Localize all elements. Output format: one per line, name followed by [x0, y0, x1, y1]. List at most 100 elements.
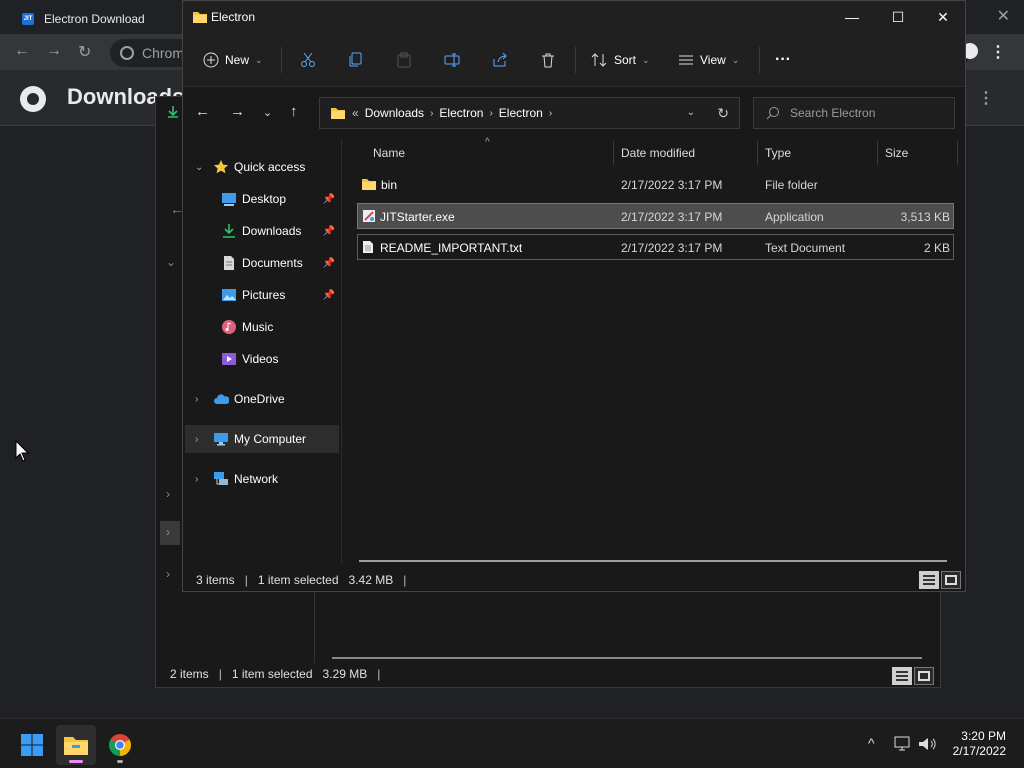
- plus-circle-icon: [203, 52, 219, 68]
- chrome-tab[interactable]: JIT Electron Download: [8, 4, 208, 34]
- cut-button[interactable]: [300, 47, 316, 73]
- pictures-icon: [222, 289, 236, 301]
- chrome-reload-icon[interactable]: ↻: [78, 42, 91, 62]
- nav-downloads[interactable]: Downloads 📌: [185, 217, 339, 245]
- file-type: File folder: [765, 178, 818, 192]
- share-icon: [493, 52, 507, 67]
- pane-splitter[interactable]: [341, 139, 342, 563]
- search-placeholder: Search Electron: [790, 106, 876, 120]
- address-bar[interactable]: « Downloads › Electron › Electron › ⌄ ↻: [319, 97, 740, 129]
- maximize-button[interactable]: ☐: [875, 1, 921, 33]
- tiles-view-button[interactable]: [914, 667, 934, 685]
- chrome-forward-icon[interactable]: →: [46, 42, 62, 60]
- clock-time: 3:20 PM: [961, 729, 1006, 743]
- bg-expand-icon[interactable]: ⌄: [166, 255, 176, 269]
- nav-pictures[interactable]: Pictures 📌: [185, 281, 339, 309]
- recent-locations-icon[interactable]: ⌄: [263, 106, 272, 119]
- chrome-menu-icon[interactable]: ⋮: [990, 42, 1006, 62]
- nav-network[interactable]: › Network: [185, 465, 339, 493]
- bg-chevron-icon[interactable]: ›: [166, 567, 170, 581]
- file-row-selected[interactable]: JITStarter.exe 2/17/2022 3:17 PM Applica…: [357, 203, 954, 229]
- bg-nav-selected[interactable]: ›: [160, 521, 180, 545]
- nav-documents[interactable]: Documents 📌: [185, 249, 339, 277]
- minimize-button[interactable]: —: [829, 1, 875, 33]
- chrome-logo-icon: [20, 86, 46, 112]
- bg-horizontal-scrollbar[interactable]: [332, 657, 922, 659]
- nav-label: Network: [234, 472, 279, 486]
- pin-icon[interactable]: 📌: [323, 226, 335, 237]
- column-header-type[interactable]: Type: [765, 139, 791, 167]
- nav-desktop[interactable]: Desktop 📌: [185, 185, 339, 213]
- chrome-site-icon: [120, 46, 134, 60]
- back-icon[interactable]: ←: [195, 103, 210, 120]
- nav-label: Desktop: [242, 192, 287, 206]
- address-row: ← → ⌄ ↑ « Downloads › Electron › Electro…: [183, 87, 965, 139]
- title-bar[interactable]: Electron — ☐ ✕: [183, 1, 965, 33]
- sort-button[interactable]: Sort ⌄: [590, 47, 650, 73]
- details-view-button[interactable]: [892, 667, 912, 685]
- column-header-size[interactable]: Size: [885, 139, 908, 167]
- taskbar-file-explorer[interactable]: [56, 725, 96, 765]
- file-row[interactable]: bin 2/17/2022 3:17 PM File folder: [357, 172, 954, 198]
- network-status-icon[interactable]: [894, 736, 912, 752]
- column-header-date[interactable]: Date modified: [621, 139, 695, 167]
- nav-onedrive[interactable]: › OneDrive: [185, 385, 339, 413]
- bg-status-selected: 1 item selected: [231, 667, 313, 681]
- view-button[interactable]: View ⌄: [678, 47, 739, 73]
- forward-icon[interactable]: →: [230, 103, 245, 120]
- volume-icon[interactable]: [918, 736, 938, 752]
- more-options-button[interactable]: ···: [775, 47, 791, 73]
- up-icon[interactable]: ↑: [290, 103, 298, 120]
- taskbar-chrome[interactable]: [100, 725, 140, 765]
- search-input[interactable]: Search Electron: [753, 97, 955, 129]
- pin-icon[interactable]: 📌: [323, 194, 335, 205]
- chevron-down-icon: ⌄: [642, 54, 650, 65]
- omnibox-text: Chrom: [142, 45, 185, 61]
- breadcrumb-chevron-icon[interactable]: ›: [489, 108, 492, 119]
- breadcrumb-electron[interactable]: Electron: [439, 106, 483, 120]
- expand-chevron-icon[interactable]: ›: [195, 434, 198, 445]
- nav-videos[interactable]: Videos: [185, 345, 339, 373]
- refresh-icon[interactable]: ↻: [717, 105, 729, 122]
- star-icon: [213, 160, 229, 174]
- pin-icon[interactable]: 📌: [323, 258, 335, 269]
- share-button[interactable]: [492, 47, 508, 73]
- nav-my-computer[interactable]: › My Computer: [185, 425, 339, 453]
- downloads-more-icon[interactable]: ⋮: [978, 88, 994, 108]
- chrome-back-icon[interactable]: ←: [14, 42, 30, 60]
- chrome-close-icon[interactable]: ✕: [997, 6, 1010, 26]
- delete-button[interactable]: [540, 47, 556, 73]
- pin-icon[interactable]: 📌: [323, 290, 335, 301]
- nav-music[interactable]: Music: [185, 313, 339, 341]
- file-type: Application: [765, 210, 824, 224]
- breadcrumb-chevron-icon[interactable]: ›: [430, 108, 433, 119]
- tray-overflow-icon[interactable]: ^: [868, 735, 875, 751]
- column-header-name[interactable]: Name: [373, 139, 405, 167]
- clock[interactable]: 3:20 PM 2/17/2022: [953, 729, 1006, 759]
- bg-view-switcher: [892, 667, 934, 685]
- search-icon: [766, 107, 779, 120]
- documents-icon: [224, 256, 234, 270]
- copy-button[interactable]: [348, 47, 364, 73]
- address-dropdown-icon[interactable]: ⌄: [687, 107, 695, 118]
- tiles-view-button[interactable]: [941, 571, 961, 589]
- file-date: 2/17/2022 3:17 PM: [621, 241, 723, 255]
- download-icon: [168, 106, 178, 118]
- bg-chevron-icon[interactable]: ›: [166, 487, 170, 501]
- breadcrumb-electron-current[interactable]: Electron: [499, 106, 543, 120]
- expand-chevron-icon[interactable]: ⌄: [195, 162, 203, 173]
- overflow-icon[interactable]: «: [352, 106, 359, 120]
- breadcrumb-downloads[interactable]: Downloads: [365, 106, 424, 120]
- rename-button[interactable]: [444, 47, 460, 73]
- new-button[interactable]: New ⌄: [203, 47, 263, 73]
- file-row[interactable]: README_IMPORTANT.txt 2/17/2022 3:17 PM T…: [357, 234, 954, 260]
- expand-chevron-icon[interactable]: ›: [195, 474, 198, 485]
- start-button[interactable]: [12, 725, 52, 765]
- nav-quick-access[interactable]: ⌄ Quick access: [185, 153, 339, 181]
- details-view-button[interactable]: [919, 571, 939, 589]
- close-button[interactable]: ✕: [920, 1, 966, 33]
- expand-chevron-icon[interactable]: ›: [195, 394, 198, 405]
- view-switcher: [919, 571, 961, 589]
- horizontal-scrollbar[interactable]: [359, 560, 947, 562]
- breadcrumb-chevron-icon[interactable]: ›: [549, 108, 552, 119]
